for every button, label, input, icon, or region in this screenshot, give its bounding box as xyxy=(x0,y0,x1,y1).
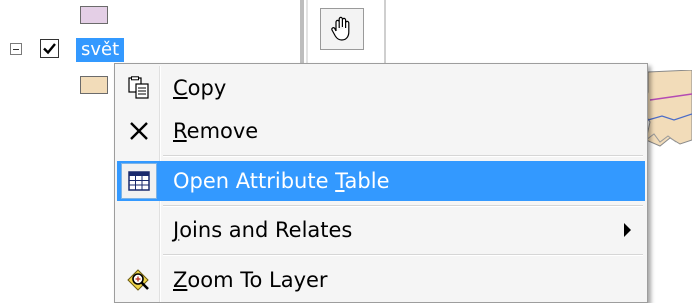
menu-item-joins-and-relates[interactable]: Joins and Relates xyxy=(117,210,645,250)
menu-item-label: Remove xyxy=(173,119,259,143)
menu-item-label: Zoom To Layer xyxy=(173,268,328,292)
legend-swatch-previous-layer xyxy=(80,6,108,24)
pan-tool-button[interactable] xyxy=(320,8,364,50)
attribute-table-icon xyxy=(125,167,153,195)
menu-separator xyxy=(163,205,643,207)
layer-visibility-checkbox[interactable] xyxy=(40,39,59,58)
legend-swatch-layer xyxy=(80,76,108,94)
menu-item-label: Joins and Relates xyxy=(173,218,353,242)
copy-icon xyxy=(125,74,153,102)
menu-item-label: Copy xyxy=(173,76,227,100)
menu-item-open-attribute-table[interactable]: Open Attribute Table xyxy=(117,161,645,201)
collapse-toggle-icon[interactable] xyxy=(10,43,22,55)
menu-item-zoom-to-layer[interactable]: Zoom To Layer xyxy=(117,260,645,300)
zoom-to-layer-icon xyxy=(125,266,153,294)
menu-item-copy[interactable]: Copy xyxy=(117,68,645,108)
layer-context-menu: Copy Remove Open Attribute Table Joins a… xyxy=(114,63,648,303)
menu-item-remove[interactable]: Remove xyxy=(117,111,645,151)
submenu-arrow-icon xyxy=(624,223,631,237)
hand-icon xyxy=(331,16,350,41)
menu-separator xyxy=(163,155,643,157)
menu-item-label: Open Attribute Table xyxy=(173,169,390,193)
checkmark-icon xyxy=(43,43,56,55)
remove-x-icon xyxy=(125,117,153,145)
menu-separator xyxy=(163,254,643,256)
layer-name-label[interactable]: svět xyxy=(76,38,125,62)
